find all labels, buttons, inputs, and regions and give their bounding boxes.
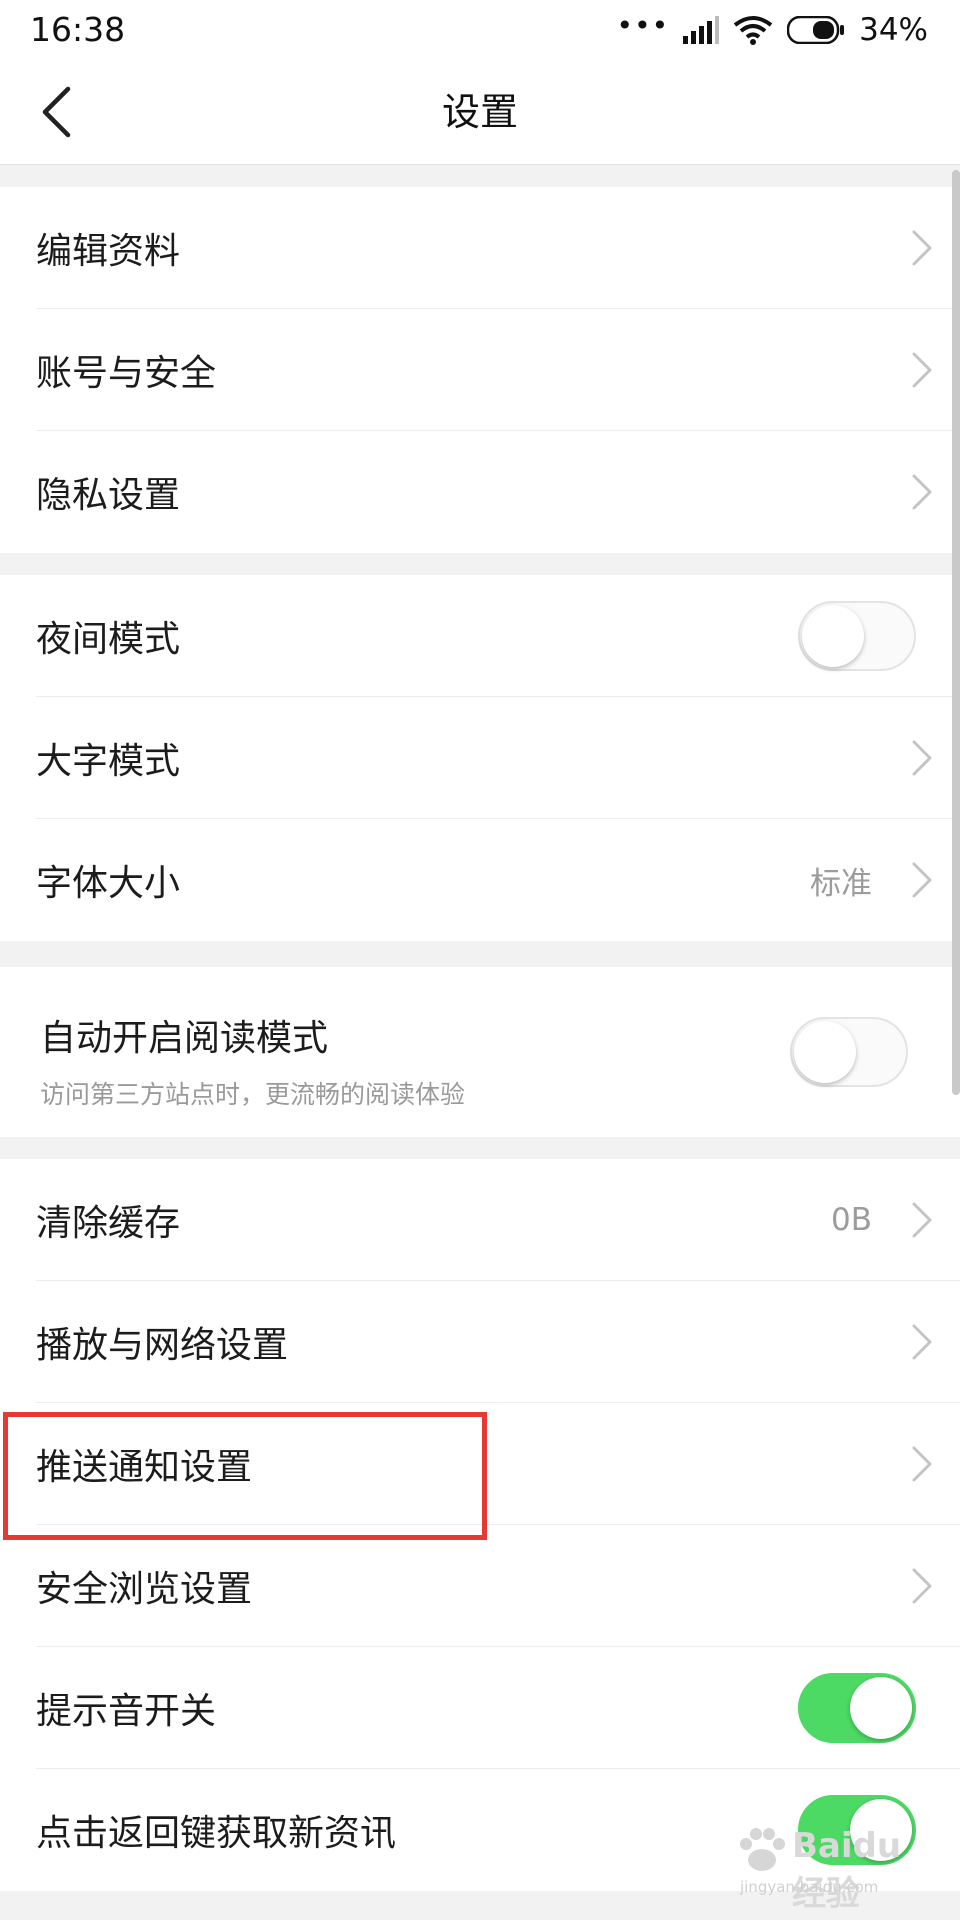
chevron-right-icon [912,474,932,510]
settings-list[interactable]: 编辑资料 账号与安全 隐私设置 夜间模式 大字模式 字体大小 标准 自动开启阅读… [0,165,960,1920]
section-gap [0,941,960,967]
settings-group-general: 清除缓存 0B 播放与网络设置 推送通知设置 安全浏览设置 提示音开关 点击返回… [0,1159,960,1891]
settings-row-night-mode[interactable]: 夜间模式 [0,575,960,697]
watermark-url: jingyan.baidu.com [740,1878,879,1896]
settings-row-large-text[interactable]: 大字模式 [0,697,960,819]
status-bar: 16:38 ••• 34% [0,0,960,60]
settings-group-account: 编辑资料 账号与安全 隐私设置 [0,187,960,553]
settings-row-clear-cache[interactable]: 清除缓存 0B [0,1159,960,1281]
toggle-knob [850,1677,912,1739]
chevron-right-icon [912,862,932,898]
chevron-right-icon [912,1324,932,1360]
section-gap [0,165,960,187]
row-label: 点击返回键获取新资讯 [36,1813,397,1854]
battery-percent: 34% [859,12,928,48]
chevron-right-icon [912,352,932,388]
settings-group-reading: 自动开启阅读模式 访问第三方站点时，更流畅的阅读体验 [0,967,960,1137]
font-size-value: 标准 [810,865,872,902]
chevron-right-icon [912,230,932,266]
battery-icon [787,16,845,44]
page-title: 设置 [441,90,518,134]
row-label: 夜间模式 [36,619,181,660]
wifi-icon [733,16,773,45]
cache-size-value: 0B [831,1202,872,1238]
settings-row-font-size[interactable]: 字体大小 标准 [0,819,960,941]
settings-row-safe-browsing[interactable]: 安全浏览设置 [0,1525,960,1647]
toggle-knob [802,605,864,667]
row-label: 推送通知设置 [36,1447,253,1488]
settings-row-sound-toggle[interactable]: 提示音开关 [0,1647,960,1769]
settings-group-display: 夜间模式 大字模式 字体大小 标准 [0,575,960,941]
row-label: 隐私设置 [36,475,181,516]
chevron-right-icon [912,1202,932,1238]
row-label: 编辑资料 [36,231,181,272]
night-mode-toggle[interactable] [798,601,916,671]
watermark-brand: Baidu经验 [792,1826,902,1914]
row-label: 字体大小 [36,863,181,904]
baidu-watermark: Baidu经验 jingyan.baidu.com [734,1822,934,1914]
notification-dots-icon: ••• [616,9,670,42]
settings-row-account-security[interactable]: 账号与安全 [0,309,960,431]
nav-bar: 设置 [0,60,960,165]
settings-row-auto-reading-mode[interactable]: 自动开启阅读模式 访问第三方站点时，更流畅的阅读体验 [0,967,960,1137]
row-label: 大字模式 [36,741,181,782]
row-label: 安全浏览设置 [36,1569,253,1610]
chevron-right-icon [912,1446,932,1482]
row-label: 提示音开关 [36,1691,217,1732]
settings-row-push-notifications[interactable]: 推送通知设置 [0,1403,960,1525]
settings-row-edit-profile[interactable]: 编辑资料 [0,187,960,309]
back-arrow-icon [42,86,71,138]
row-label: 播放与网络设置 [36,1325,289,1366]
row-label: 账号与安全 [36,353,217,394]
toggle-knob [794,1021,856,1083]
chevron-right-icon [912,740,932,776]
status-icons: ••• 34% [616,9,928,49]
auto-reading-mode-toggle[interactable] [790,1017,908,1087]
scrollbar[interactable] [952,170,960,1095]
row-label-block: 自动开启阅读模式 访问第三方站点时，更流畅的阅读体验 [40,1009,465,1111]
back-button[interactable] [20,76,92,148]
row-label: 自动开启阅读模式 [40,1018,329,1059]
row-subtitle: 访问第三方站点时，更流畅的阅读体验 [40,1080,466,1109]
section-gap [0,553,960,575]
paw-logo-icon [740,1828,785,1871]
section-gap [0,1137,960,1159]
signal-icon [683,16,720,44]
row-label: 清除缓存 [36,1203,181,1244]
status-time: 16:38 [30,10,126,49]
chevron-right-icon [912,1568,932,1604]
settings-row-playback-network[interactable]: 播放与网络设置 [0,1281,960,1403]
sound-toggle[interactable] [798,1673,916,1743]
settings-row-privacy[interactable]: 隐私设置 [0,431,960,553]
